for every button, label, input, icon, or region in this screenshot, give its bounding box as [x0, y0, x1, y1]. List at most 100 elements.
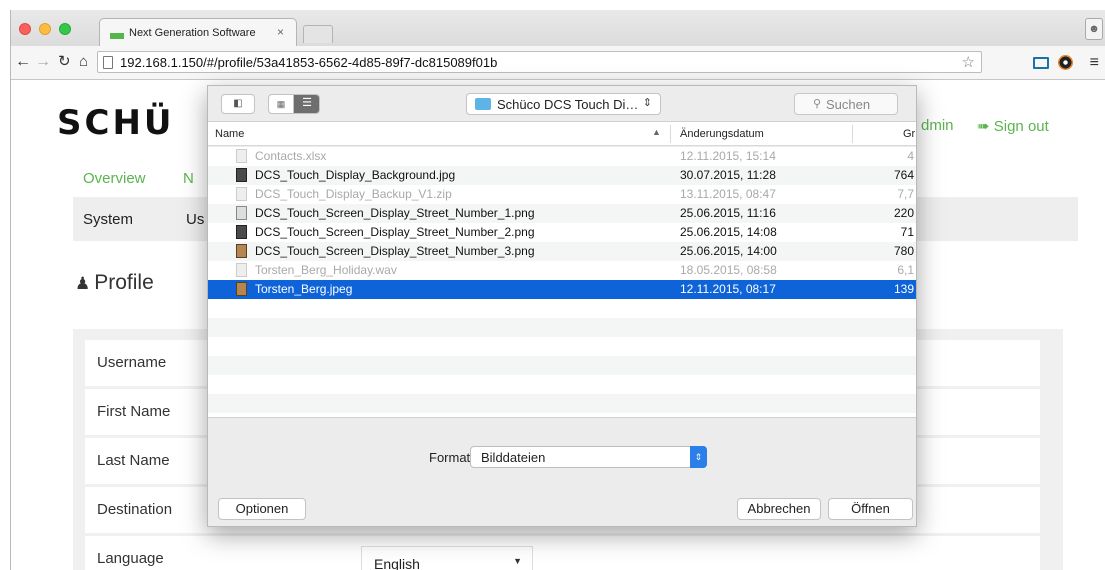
file-icon — [236, 168, 247, 182]
forward-arrow-icon[interactable]: → — [35, 53, 51, 71]
nav-overview[interactable]: Overview — [83, 170, 146, 187]
location-text: Schüco DCS Touch Di… — [497, 97, 639, 112]
file-icon — [236, 206, 247, 220]
file-icon — [236, 187, 247, 201]
column-header-size[interactable]: Gr — [903, 128, 915, 140]
language-select[interactable]: English ▼ — [361, 546, 533, 570]
column-header-date[interactable]: Änderungsdatum — [680, 128, 764, 140]
folder-icon — [475, 98, 491, 110]
location-popup[interactable]: Schüco DCS Touch Di… ⇕ — [466, 93, 661, 115]
icon-view-icon[interactable]: ▦ — [269, 95, 294, 113]
file-size: 220 — [893, 206, 914, 220]
updown-chevron-icon: ⇕ — [690, 446, 707, 468]
extension-icon[interactable] — [1033, 57, 1049, 69]
browser-tab[interactable]: Next Generation Software × — [99, 18, 297, 46]
reload-icon[interactable]: ↻ — [58, 53, 71, 71]
signout-link[interactable]: ➠ Sign out — [977, 117, 1049, 135]
file-icon — [236, 149, 247, 163]
file-icon — [236, 263, 247, 277]
logo: SCHÜ — [57, 103, 175, 143]
sort-ascending-icon: ▲ — [652, 127, 661, 137]
subnav-users[interactable]: Us — [186, 211, 204, 228]
tab-close-icon[interactable]: × — [277, 25, 284, 39]
file-date: 12.11.2015, 08:17 — [680, 282, 776, 296]
column-divider[interactable] — [670, 125, 671, 143]
format-area: Format: Bilddateien ⇕ — [208, 417, 916, 489]
open-button[interactable]: Öffnen — [828, 498, 913, 520]
view-mode-control: ▦ ☰ — [268, 94, 320, 114]
cancel-button[interactable]: Abbrechen — [737, 498, 821, 520]
file-row: Torsten_Berg_Holiday.wav 18.05.2015, 08:5… — [208, 261, 916, 280]
file-name: DCS_Touch_Display_Backup_V1.zip — [255, 187, 452, 201]
file-date: 25.06.2015, 11:16 — [680, 206, 776, 220]
nav-item-n[interactable]: N — [183, 170, 194, 187]
file-date: 25.06.2015, 14:08 — [680, 225, 777, 239]
empty-row — [208, 356, 916, 375]
address-bar[interactable]: 192.168.1.150/#/profile/53a41853-6562-4d… — [97, 51, 982, 73]
file-row[interactable]: Torsten_Berg.jpeg 12.11.2015, 08:17 139 — [208, 280, 916, 299]
profile-icon[interactable]: ☻ — [1085, 18, 1103, 40]
browser-toolbar: ← → ↻ ⌂ 192.168.1.150/#/profile/53a41853… — [11, 46, 1105, 80]
destination-label: Destination — [97, 501, 173, 518]
signout-label: Sign out — [993, 118, 1049, 135]
list-view-icon[interactable]: ☰ — [294, 95, 319, 113]
file-name: DCS_Touch_Screen_Display_Street_Number_2… — [255, 225, 535, 239]
file-name: DCS_Touch_Display_Background.jpg — [255, 168, 456, 182]
empty-row — [208, 299, 916, 318]
chrome-menu-icon[interactable]: ≡ — [1090, 54, 1099, 72]
empty-row — [208, 394, 916, 413]
file-row[interactable]: DCS_Touch_Screen_Display_Street_Number_2… — [208, 223, 916, 242]
search-input[interactable]: ⚲ Suchen — [794, 93, 898, 115]
language-value: English — [374, 556, 420, 570]
sidebar-toggle-icon[interactable]: ◧ — [221, 94, 255, 114]
search-placeholder: Suchen — [826, 97, 871, 112]
page-title-label: Profile — [94, 271, 154, 294]
file-row[interactable]: DCS_Touch_Display_Background.jpg 30.07.20… — [208, 166, 916, 185]
admin-link[interactable]: dmin — [921, 117, 954, 134]
file-icon — [236, 244, 247, 258]
url-text[interactable]: 192.168.1.150/#/profile/53a41853-6562-4d… — [120, 55, 497, 70]
file-date: 30.07.2015, 11:28 — [680, 168, 776, 182]
file-row[interactable]: DCS_Touch_Screen_Display_Street_Number_3… — [208, 242, 916, 261]
file-icon — [236, 282, 247, 296]
last-name-label: Last Name — [97, 452, 170, 469]
star-icon[interactable]: ☆ — [962, 53, 975, 71]
back-arrow-icon[interactable]: ← — [15, 53, 31, 71]
subnav-system[interactable]: System — [83, 211, 133, 228]
file-name: Contacts.xlsx — [255, 149, 327, 163]
format-value: Bilddateien — [481, 450, 546, 465]
window-minimize-icon[interactable] — [39, 23, 51, 35]
empty-row — [208, 375, 916, 394]
tab-bar: Next Generation Software × ☻ — [11, 10, 1105, 46]
file-date: 13.11.2015, 08:47 — [680, 187, 776, 201]
file-row: DCS_Touch_Display_Backup_V1.zip 13.11.201… — [208, 185, 916, 204]
search-icon: ⚲ — [813, 98, 822, 110]
file-date: 18.05.2015, 08:58 — [680, 263, 777, 277]
window-close-icon[interactable] — [19, 23, 31, 35]
language-label: Language — [97, 550, 164, 567]
username-label: Username — [97, 354, 167, 371]
file-date: 25.06.2015, 14:00 — [680, 244, 777, 258]
person-icon: ♟ — [75, 274, 91, 293]
file-date: 12.11.2015, 15:14 — [680, 149, 776, 163]
home-icon[interactable]: ⌂ — [79, 53, 88, 71]
page-title: ♟ Profile — [75, 271, 154, 295]
format-select[interactable]: Bilddateien ⇕ — [470, 446, 707, 468]
form-row-language: Language English ▼ — [85, 536, 1040, 570]
column-divider[interactable] — [852, 125, 853, 143]
dialog-toolbar: ◧ ▦ ☰ Schüco DCS Touch Di… ⇕ ⚲ Suchen — [208, 86, 916, 122]
signout-icon: ➠ — [977, 118, 994, 135]
window-maximize-icon[interactable] — [59, 23, 71, 35]
file-row: Contacts.xlsx 12.11.2015, 15:14 4 — [208, 147, 916, 166]
options-button[interactable]: Optionen — [218, 498, 306, 520]
file-size: 6,1 — [897, 263, 914, 277]
file-row[interactable]: DCS_Touch_Screen_Display_Street_Number_1… — [208, 204, 916, 223]
file-size: 7,7 — [897, 187, 914, 201]
new-tab-button[interactable] — [303, 25, 333, 43]
file-name: DCS_Touch_Screen_Display_Street_Number_3… — [255, 244, 535, 258]
extension-icon[interactable] — [1058, 55, 1073, 70]
column-header-name[interactable]: Name — [215, 128, 244, 140]
file-name: Torsten_Berg.jpeg — [255, 282, 353, 296]
updown-chevron-icon: ⇕ — [642, 97, 652, 109]
first-name-label: First Name — [97, 403, 171, 420]
